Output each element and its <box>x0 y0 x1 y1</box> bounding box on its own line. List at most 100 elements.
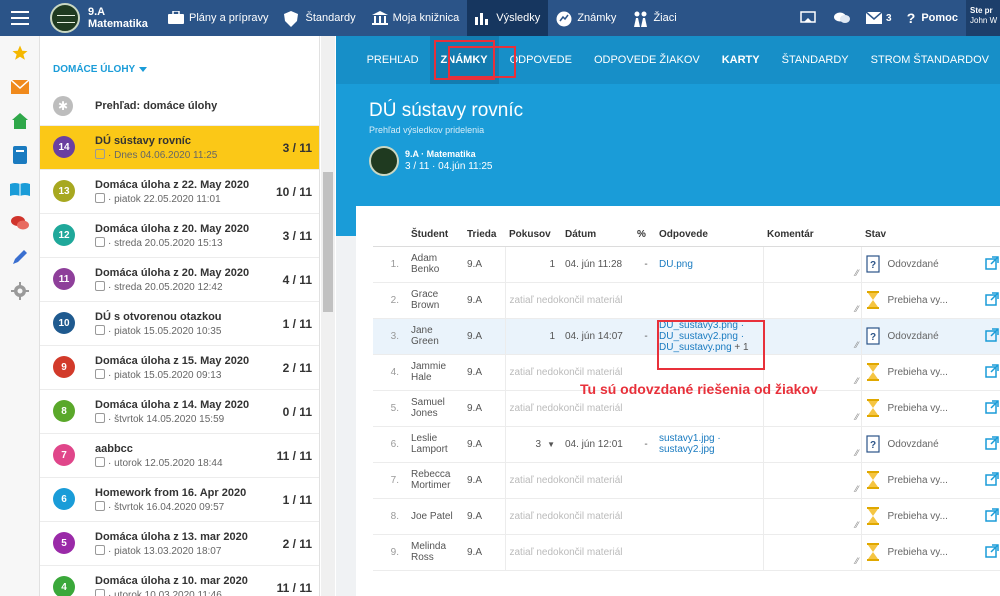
resize-handle-icon[interactable]: ⁄⁄ <box>855 376 858 386</box>
pen-icon[interactable] <box>10 248 30 266</box>
answer-file-link[interactable]: sustavy1.jpg · <box>659 433 763 444</box>
assignment-item[interactable]: 5 Domáca úloha z 13. mar 2020 · piatok 13.… <box>40 521 319 565</box>
scrollbar-thumb[interactable] <box>323 172 333 312</box>
table-row[interactable]: 6. Leslie Lamport 9.A 3 ▼ 04. jún 12:01- sustav… <box>373 426 1000 463</box>
assignment-item[interactable]: 9 Domáca úloha z 15. May 2020 · piatok 15.… <box>40 345 319 389</box>
table-row[interactable]: 7. Rebecca Mortimer 9.A zatiaľ nedokončil ma… <box>373 462 1000 499</box>
column-header[interactable]: Trieda <box>463 224 505 247</box>
tab-6[interactable]: ŠTANDARDY <box>771 36 860 84</box>
table-row[interactable]: 2. Grace Brown 9.A zatiaľ nedokončil materiá… <box>373 282 1000 319</box>
column-header[interactable]: Komentár <box>763 224 861 247</box>
attempts-cell[interactable]: 3 ▼ <box>504 426 561 463</box>
student-name[interactable]: Grace Brown <box>407 282 463 319</box>
assignment-item[interactable]: 8 Domáca úloha z 14. May 2020 · štvrtok 14… <box>40 389 319 433</box>
open-detail-button[interactable] <box>981 318 1000 355</box>
menu-icon[interactable] <box>0 0 40 36</box>
class-selector[interactable]: 9.A Matematika <box>88 6 150 30</box>
resize-handle-icon[interactable]: ⁄⁄ <box>855 484 858 494</box>
star-icon[interactable] <box>10 44 30 62</box>
list-type-dropdown[interactable]: DOMÁCE ÚLOHY <box>53 64 148 75</box>
student-name[interactable]: Jammie Hale <box>407 354 463 391</box>
resize-handle-icon[interactable]: ⁄⁄ <box>855 520 858 530</box>
comment-field[interactable]: ⁄⁄ <box>762 318 862 355</box>
user-menu[interactable]: Ste pr John W <box>966 0 1000 36</box>
column-header[interactable]: Pokusov <box>505 224 561 247</box>
table-row[interactable]: 8. Joe Patel 9.A zatiaľ nedokončil materiál… <box>373 498 1000 535</box>
comment-field[interactable]: ⁄⁄ <box>762 426 862 463</box>
column-header[interactable]: Stav <box>861 224 981 247</box>
column-header[interactable]: Odpovede <box>655 224 763 247</box>
assignment-item[interactable]: 12 Domáca úloha z 20. May 2020 · streda 20… <box>40 213 319 257</box>
resize-handle-icon[interactable]: ⁄⁄ <box>855 340 858 350</box>
book-icon[interactable] <box>10 146 30 164</box>
assignment-item[interactable]: 7 aabbcc · utorok 12.05.2020 18:44 11 / 11 <box>40 433 319 477</box>
assignment-item[interactable]: 10 DÚ s otvorenou otazkou · piatok 15.05.2… <box>40 301 319 345</box>
resize-handle-icon[interactable]: ⁄⁄ <box>855 556 858 566</box>
resize-handle-icon[interactable]: ⁄⁄ <box>855 412 858 422</box>
discussion-icon[interactable] <box>10 214 30 232</box>
list-scrollbar[interactable] <box>321 36 335 596</box>
column-header[interactable]: Dátum <box>561 224 633 247</box>
column-header[interactable]: % <box>633 224 655 247</box>
student-name[interactable]: Leslie Lamport <box>407 426 463 463</box>
answer-file-link[interactable]: sustavy2.jpg <box>659 444 763 455</box>
student-first-name: Adam <box>411 253 438 264</box>
mail-icon[interactable] <box>10 78 30 96</box>
table-row[interactable]: 1. Adam Benko 9.A 1 04. jún 11:28- DU.png ⁄⁄? Od… <box>373 246 1000 283</box>
tab-1[interactable]: PREHĽAD <box>356 36 430 84</box>
open-detail-button[interactable] <box>981 498 1000 535</box>
open-detail-button[interactable] <box>981 534 1000 571</box>
comment-field[interactable]: ⁄⁄ <box>762 246 862 283</box>
nav-item-1[interactable]: Plány a prípravy <box>160 0 276 36</box>
nav-item-5[interactable]: Známky <box>548 0 624 36</box>
student-name[interactable]: Adam Benko <box>407 246 463 283</box>
open-detail-button[interactable] <box>981 282 1000 319</box>
comment-field[interactable]: ⁄⁄ <box>762 462 862 499</box>
answer-file-link[interactable]: DU.png <box>659 259 763 270</box>
nav-item-6[interactable]: Žiaci <box>624 0 684 36</box>
help-button[interactable]: ? Pomoc <box>899 10 966 26</box>
nav-item-2[interactable]: Štandardy <box>276 0 363 36</box>
tab-7[interactable]: STROM ŠTANDARDOV <box>860 36 1000 84</box>
nav-item-3[interactable]: Moja knižnica <box>364 0 468 36</box>
open-detail-button[interactable] <box>981 462 1000 499</box>
assignment-item[interactable]: 6 Homework from 16. Apr 2020 · štvrtok 16.… <box>40 477 319 521</box>
student-class: 9.A <box>463 462 505 499</box>
resize-handle-icon[interactable]: ⁄⁄ <box>855 268 858 278</box>
messages-button[interactable]: 3 <box>859 0 899 36</box>
assignment-item[interactable]: 14 DÚ sústavy rovníc · Dnes 04.06.2020 11:… <box>40 125 319 169</box>
student-first-name: Jane <box>411 325 433 336</box>
assignment-count: 3 / 11 <box>282 229 312 243</box>
assignment-item[interactable]: 4 Domáca úloha z 10. mar 2020 · utorok 10.… <box>40 565 319 596</box>
grades-icon <box>556 11 572 27</box>
student-name[interactable]: Jane Green <box>407 318 463 355</box>
student-name[interactable]: Rebecca Mortimer <box>407 462 463 499</box>
open-detail-button[interactable] <box>981 426 1000 463</box>
open-book-icon[interactable] <box>10 180 30 198</box>
cast-icon[interactable] <box>791 0 825 36</box>
comment-field[interactable]: ⁄⁄ <box>762 498 862 535</box>
chat-icon[interactable] <box>825 0 859 36</box>
assignment-item[interactable]: 13 Domáca úloha z 22. May 2020 · piatok 22… <box>40 169 319 213</box>
class-avatar[interactable] <box>50 3 80 33</box>
table-row[interactable]: 9. Melinda Ross 9.A zatiaľ nedokončil materi… <box>373 534 1000 571</box>
nav-item-4[interactable]: Výsledky <box>467 0 549 36</box>
list-overview-item[interactable]: ✱ Prehľad: domáce úlohy <box>40 86 319 126</box>
assignment-number-badge: 12 <box>53 224 75 246</box>
resize-handle-icon[interactable]: ⁄⁄ <box>855 448 858 458</box>
open-detail-button[interactable] <box>981 354 1000 391</box>
open-detail-button[interactable] <box>981 390 1000 427</box>
resize-handle-icon[interactable]: ⁄⁄ <box>855 304 858 314</box>
tab-5[interactable]: KARTY <box>711 36 771 84</box>
assignment-item[interactable]: 11 Domáca úloha z 20. May 2020 · streda 20… <box>40 257 319 301</box>
student-name[interactable]: Melinda Ross <box>407 534 463 571</box>
gear-icon[interactable] <box>10 282 30 300</box>
comment-field[interactable]: ⁄⁄ <box>762 282 862 319</box>
tab-4[interactable]: ODPOVEDE ŽIAKOV <box>583 36 711 84</box>
open-detail-button[interactable] <box>981 246 1000 283</box>
comment-field[interactable]: ⁄⁄ <box>762 534 862 571</box>
home-icon[interactable] <box>10 112 30 130</box>
column-header[interactable]: Študent <box>407 224 463 247</box>
student-name[interactable]: Samuel Jones <box>407 390 463 427</box>
student-name[interactable]: Joe Patel <box>407 498 463 535</box>
